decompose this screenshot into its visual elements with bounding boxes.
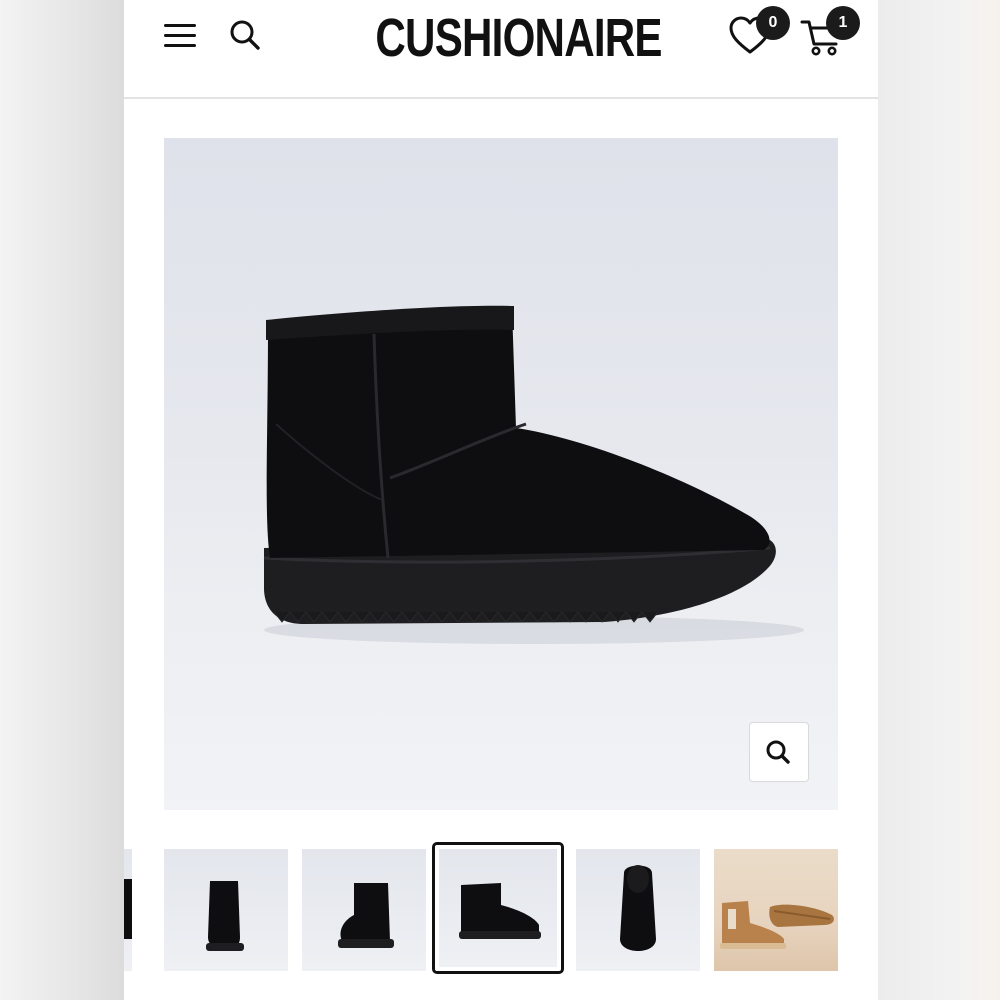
brand-logo[interactable]: CUSHIONAIRE: [375, 8, 662, 68]
thumbnail-strip: [124, 842, 878, 982]
zoom-button[interactable]: [749, 722, 809, 782]
thumbnail-back-view[interactable]: [302, 849, 426, 971]
cart-count-badge: 1: [826, 6, 860, 40]
wishlist-button[interactable]: 0: [728, 6, 790, 58]
hamburger-menu-icon[interactable]: [164, 22, 196, 50]
thumbnail-front-view[interactable]: [164, 849, 288, 971]
search-icon[interactable]: [228, 18, 262, 52]
site-header: CUSHIONAIRE 0 1: [124, 0, 878, 99]
product-page: CUSHIONAIRE 0 1: [124, 0, 878, 1000]
thumbnail-lifestyle-chestnut[interactable]: [714, 849, 838, 971]
product-main-image[interactable]: [164, 138, 838, 810]
background-left: [0, 0, 124, 1000]
cart-button[interactable]: 1: [800, 6, 860, 58]
wishlist-count-badge: 0: [756, 6, 790, 40]
thumbnail-top-view[interactable]: [576, 849, 700, 971]
thumbnail-side-view-selected[interactable]: [432, 842, 564, 974]
thumbnail-partial[interactable]: [124, 849, 132, 971]
background-right: [878, 0, 1000, 1000]
boot-side-image: [263, 305, 804, 644]
zoom-icon: [766, 740, 790, 764]
